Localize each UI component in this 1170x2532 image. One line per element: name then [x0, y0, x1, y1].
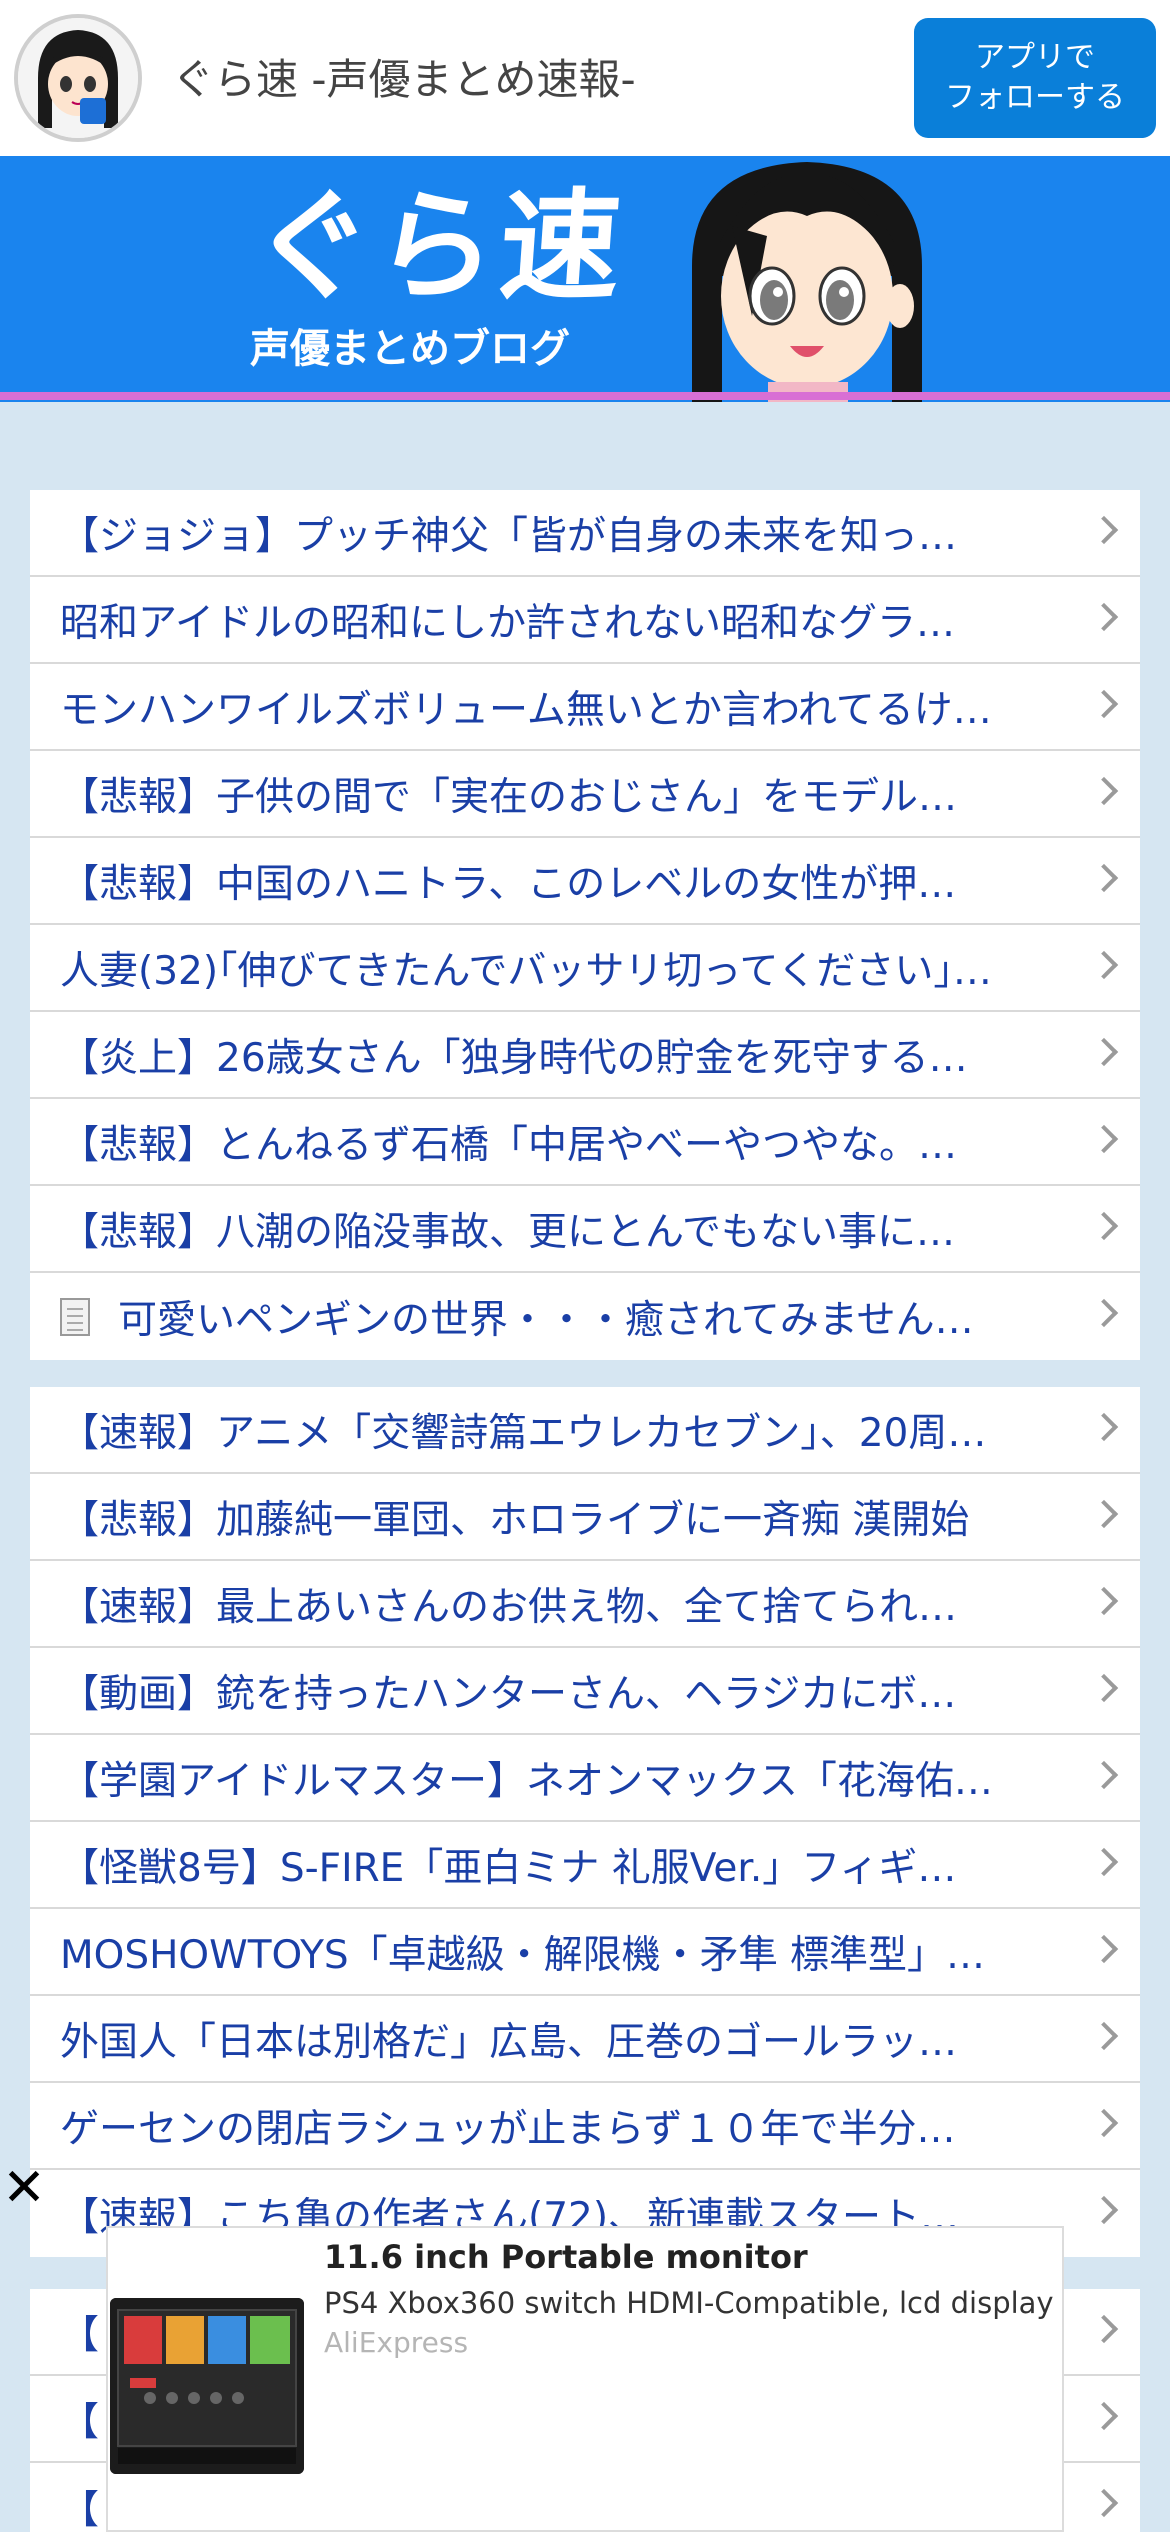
list-item[interactable]: 【動画】銃を持ったハンターさん、ヘラジカにボ…	[30, 1648, 1140, 1735]
site-avatar[interactable]	[14, 14, 142, 142]
list-item-label: 【悲報】加藤純一軍団、ホロライブに一斉痴 漢開始	[60, 1497, 970, 1543]
avatar-illustration	[18, 18, 138, 138]
list-item[interactable]: 【怪獣8号】S-FIRE「亜白ミナ 礼服Ver.」フィギ…	[30, 1822, 1140, 1909]
ad-source: AliExpress	[324, 2326, 469, 2359]
site-title[interactable]: ぐら速 -声優まとめ速報-	[172, 46, 636, 107]
list-item[interactable]: 昭和アイドルの昭和にしか許されない昭和なグラ…	[30, 577, 1140, 664]
list-item-label: 【怪獣8号】S-FIRE「亜白ミナ 礼服Ver.」フィギ…	[60, 1845, 957, 1891]
ad-title: 11.6 inch Portable monitor	[324, 2238, 808, 2276]
chevron-right-icon	[1089, 1934, 1119, 1964]
list-item[interactable]: 外国人「日本は別格だ」広島、圧巻のゴールラッ…	[30, 1996, 1140, 2083]
article-list-2: 【速報】アニメ「交響詩篇エウレカセブン」、20周… 【悲報】加藤純一軍団、ホロラ…	[30, 1387, 1140, 2257]
list-item-label: 可愛いペンギンの世界・・・癒されてみません…	[118, 1297, 974, 1343]
chevron-right-icon	[1089, 2195, 1119, 2225]
article-list-1: 【ジョジョ】プッチ神父「皆が自身の未来を知っ… 昭和アイドルの昭和にしか許されな…	[30, 490, 1140, 1360]
list-item-label: モンハンワイルズボリューム無いとか言われてるけ…	[60, 687, 992, 733]
list-item[interactable]: MOSHOWTOYS「卓越級・解限機・矛隼 標準型」…	[30, 1909, 1140, 1996]
ad-banner[interactable]: 11.6 inch Portable monitor PS4 Xbox360 s…	[106, 2226, 1064, 2532]
follow-button-line1: アプリで	[975, 40, 1095, 75]
chevron-right-icon	[1089, 776, 1119, 806]
list-item[interactable]: 【炎上】26歳女さん「独身時代の貯金を死守する…	[30, 1012, 1140, 1099]
list-item-label: 外国人「日本は別格だ」広島、圧巻のゴールラッ…	[60, 2019, 958, 2065]
banner-subtitle: 声優まとめブログ	[250, 326, 570, 372]
list-item[interactable]: 可愛いペンギンの世界・・・癒されてみません…	[30, 1273, 1140, 1360]
list-item-label: 【悲報】八潮の陥没事故、更にとんでもない事に…	[60, 1209, 956, 1255]
follow-app-button[interactable]: アプリで フォローする	[914, 18, 1156, 138]
chevron-right-icon	[1089, 515, 1119, 545]
ad-description: PS4 Xbox360 switch HDMI-Compatible, lcd …	[324, 2286, 1054, 2320]
list-item[interactable]: 【速報】最上あいさんのお供え物、全て捨てられ…	[30, 1561, 1140, 1648]
list-item-label: MOSHOWTOYS「卓越級・解限機・矛隼 標準型」…	[60, 1932, 986, 1978]
ad-close-button[interactable]: ✕	[2, 2162, 46, 2214]
chevron-right-icon	[1089, 2401, 1119, 2431]
chevron-right-icon	[1089, 1586, 1119, 1616]
list-item[interactable]: 【悲報】とんねるず石橋「中居やべーやつやな。…	[30, 1099, 1140, 1186]
chevron-right-icon	[1089, 2314, 1119, 2344]
chevron-right-icon	[1089, 1037, 1119, 1067]
chevron-right-icon	[1089, 2021, 1119, 2051]
document-icon	[60, 1297, 90, 1336]
follow-button-line2: フォローする	[945, 80, 1125, 115]
mascot-illustration	[692, 162, 922, 402]
list-item-label: 人妻(32)｢伸びてきたんでバッサリ切ってください｣…	[60, 948, 992, 994]
list-item-label: 【悲報】子供の間で「実在のおじさん」をモデル…	[60, 774, 958, 820]
list-item-label: 【悲報】とんねるず石橋「中居やべーやつやな。…	[60, 1122, 958, 1168]
list-item[interactable]: 【悲報】子供の間で「実在のおじさん」をモデル…	[30, 751, 1140, 838]
ad-product-image	[110, 2298, 304, 2474]
site-header: ぐら速 -声優まとめ速報- アプリで フォローする	[0, 0, 1170, 156]
chevron-right-icon	[1089, 1673, 1119, 1703]
portable-monitor-illustration	[110, 2298, 304, 2474]
list-item[interactable]: 【悲報】八潮の陥没事故、更にとんでもない事に…	[30, 1186, 1140, 1273]
list-item-label: 【炎上】26歳女さん「独身時代の貯金を死守する…	[60, 1035, 968, 1081]
list-item-label: 【速報】最上あいさんのお供え物、全て捨てられ…	[60, 1584, 958, 1630]
list-item-label: 【速報】アニメ「交響詩篇エウレカセブン」、20周…	[60, 1410, 987, 1456]
list-item-label: 昭和アイドルの昭和にしか許されない昭和なグラ…	[60, 600, 956, 646]
list-item[interactable]: 【悲報】中国のハニトラ、このレベルの女性が押…	[30, 838, 1140, 925]
list-item[interactable]: 【学園アイドルマスター】ネオンマックス「花海佑…	[30, 1735, 1140, 1822]
banner-bottom-stripe	[0, 392, 1170, 400]
list-item[interactable]: モンハンワイルズボリューム無いとか言われてるけ…	[30, 664, 1140, 751]
list-item[interactable]: 【ジョジョ】プッチ神父「皆が自身の未来を知っ…	[30, 490, 1140, 577]
list-item-label: ゲーセンの閉店ラシュッが止まらず１０年で半分…	[60, 2106, 956, 2152]
list-item[interactable]: 人妻(32)｢伸びてきたんでバッサリ切ってください｣…	[30, 925, 1140, 1012]
banner-logo-text: ぐら速	[247, 178, 629, 317]
chevron-right-icon	[1089, 1847, 1119, 1877]
chevron-right-icon	[1089, 1760, 1119, 1790]
list-item[interactable]: ゲーセンの閉店ラシュッが止まらず１０年で半分…	[30, 2083, 1140, 2170]
list-item-label: 【ジョジョ】プッチ神父「皆が自身の未来を知っ…	[60, 513, 958, 559]
list-item-label: 【学園アイドルマスター】ネオンマックス「花海佑…	[60, 1758, 993, 1804]
list-item-label: 【動画】銃を持ったハンターさん、ヘラジカにボ…	[60, 1671, 957, 1717]
chevron-right-icon	[1089, 602, 1119, 632]
list-item-label: 【悲報】中国のハニトラ、このレベルの女性が押…	[60, 861, 957, 907]
chevron-right-icon	[1089, 1412, 1119, 1442]
chevron-right-icon	[1089, 1211, 1119, 1241]
chevron-right-icon	[1089, 2488, 1119, 2518]
chevron-right-icon	[1089, 1124, 1119, 1154]
chevron-right-icon	[1089, 1499, 1119, 1529]
list-item[interactable]: 【速報】アニメ「交響詩篇エウレカセブン」、20周…	[30, 1387, 1140, 1474]
chevron-right-icon	[1089, 2108, 1119, 2138]
chevron-right-icon	[1089, 1298, 1119, 1328]
site-banner[interactable]: ぐら速 声優まとめブログ	[0, 156, 1170, 402]
list-item[interactable]: 【悲報】加藤純一軍団、ホロライブに一斉痴 漢開始	[30, 1474, 1140, 1561]
chevron-right-icon	[1089, 950, 1119, 980]
chevron-right-icon	[1089, 689, 1119, 719]
chevron-right-icon	[1089, 863, 1119, 893]
